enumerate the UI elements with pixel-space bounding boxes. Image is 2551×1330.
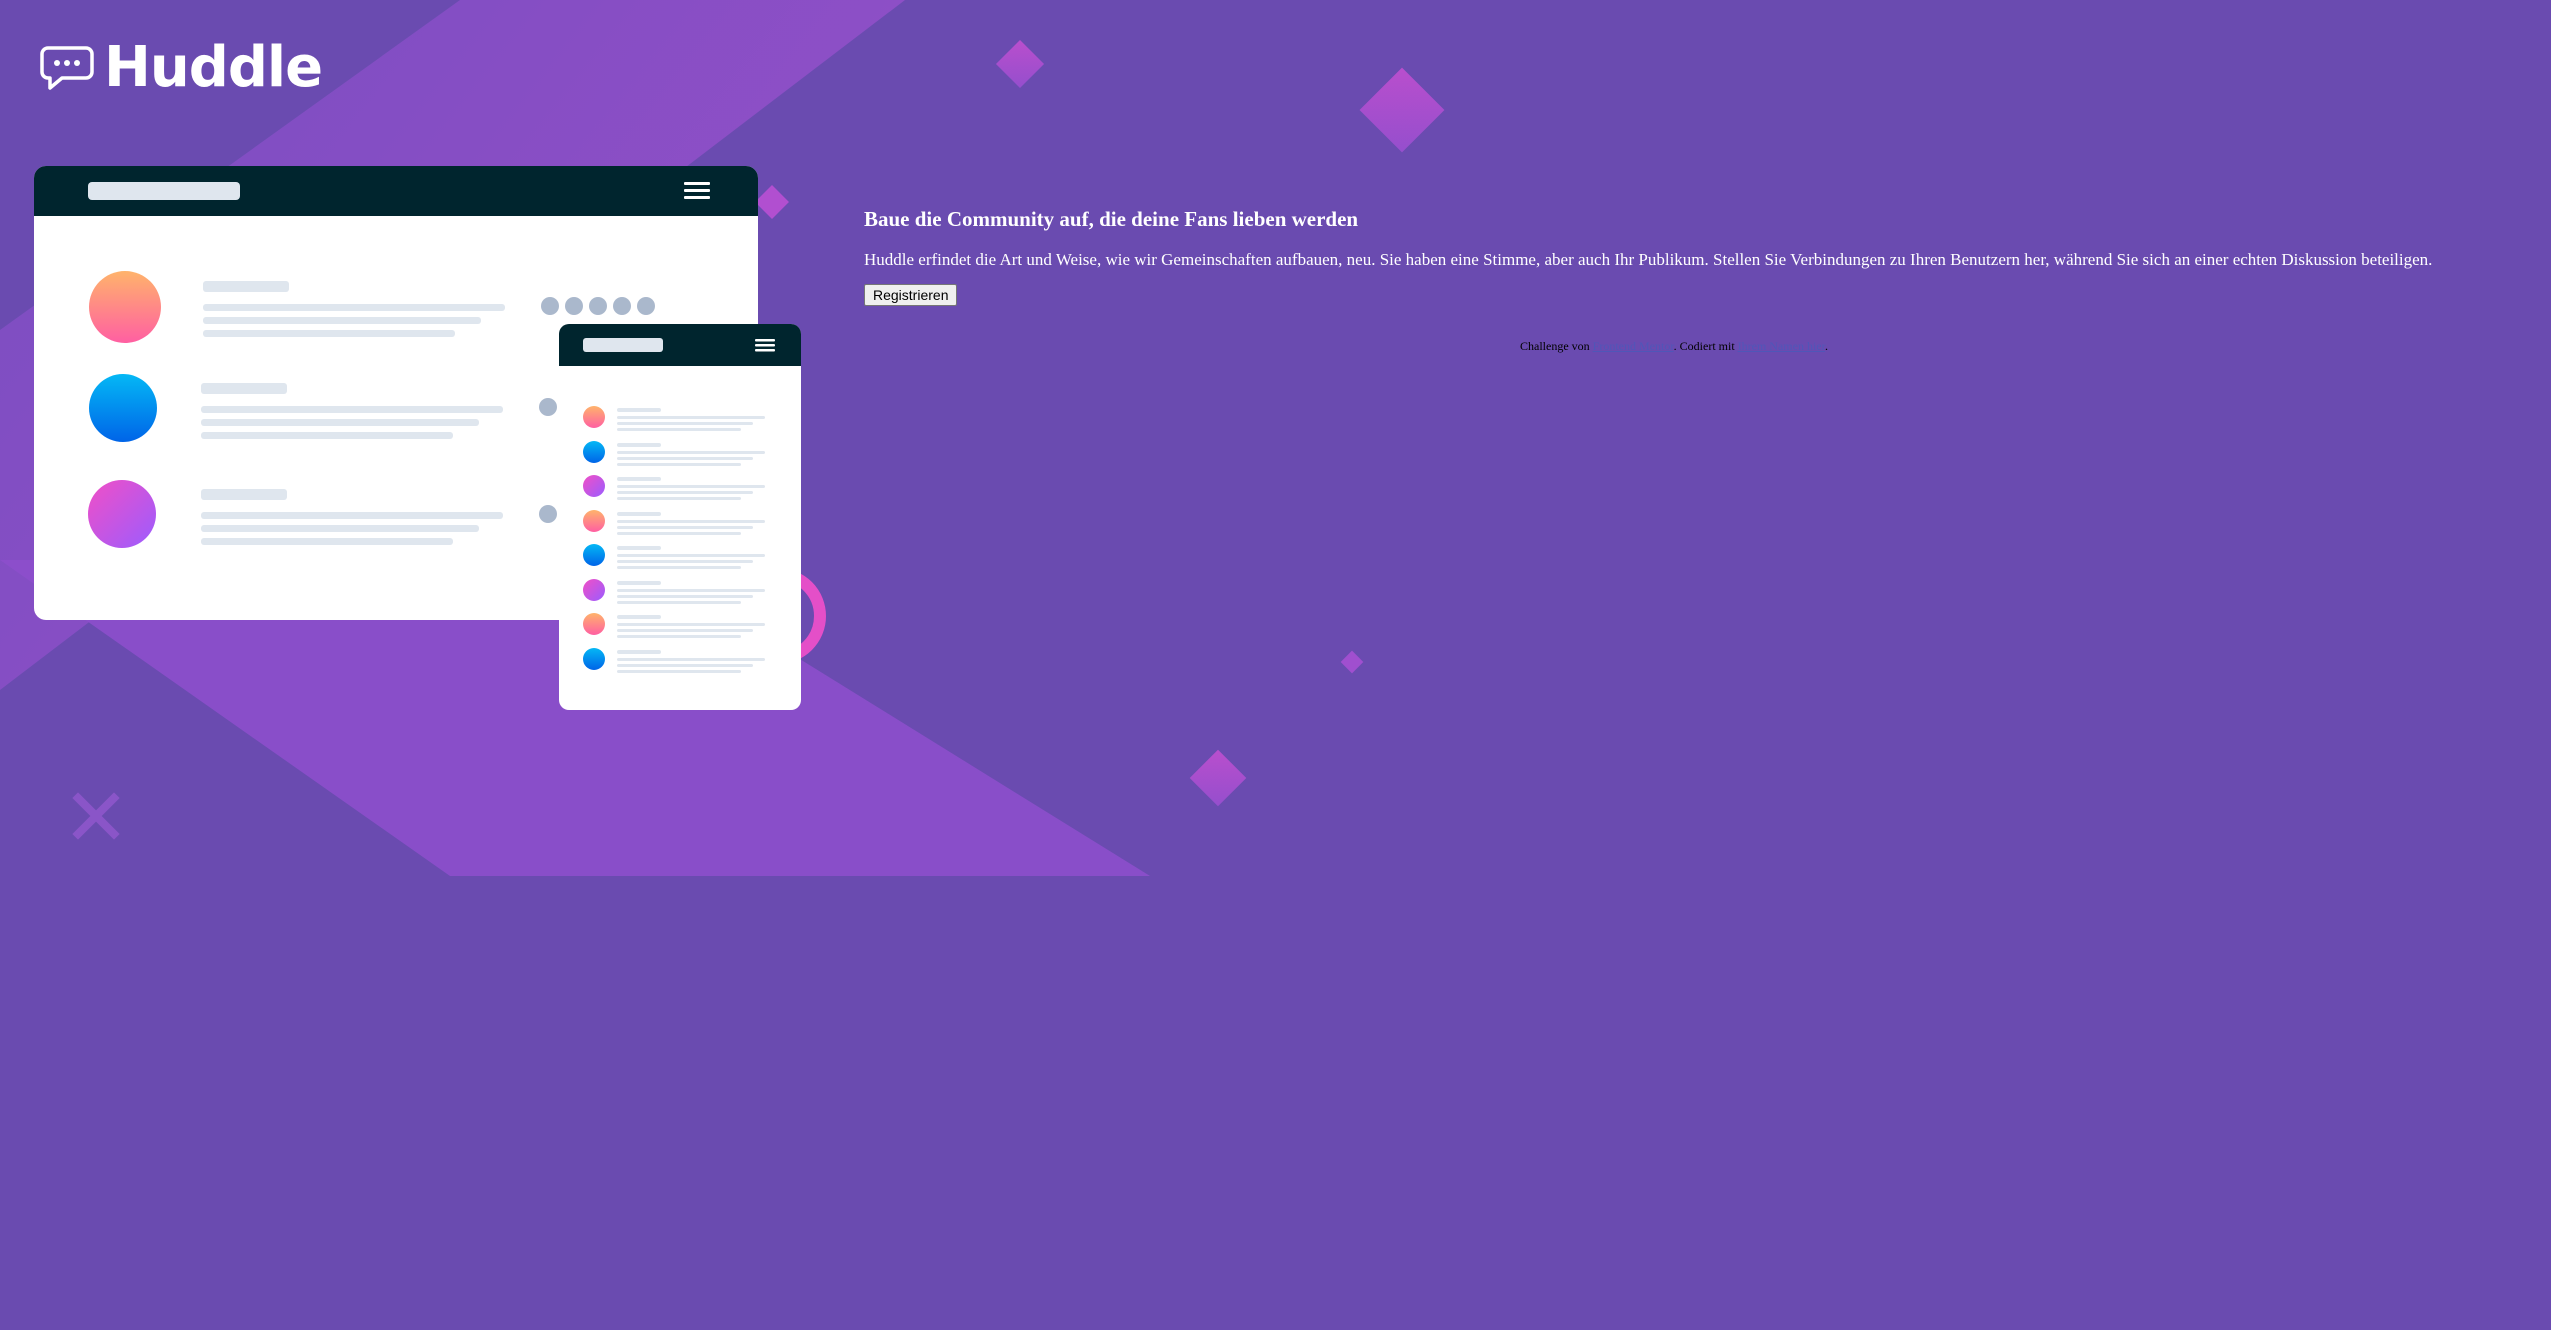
frontend-mentor-link[interactable]: Frontend Mentor xyxy=(1593,339,1674,353)
attribution-challenge-prefix: Challenge von xyxy=(1520,339,1593,353)
attribution-suffix: . xyxy=(1824,339,1828,353)
register-button[interactable]: Registrieren xyxy=(864,284,958,306)
mobile-title-placeholder xyxy=(583,338,663,352)
brand-name: Huddle xyxy=(104,35,323,100)
mockup-illustration xyxy=(34,166,801,710)
attribution: Challenge von Frontend Mentor. Codiert m… xyxy=(1520,339,1828,354)
hero-content: Baue die Community auf, die deine Fans l… xyxy=(864,204,2524,306)
mobile-window xyxy=(559,324,801,710)
speech-bubble-icon xyxy=(40,46,94,90)
attribution-coded-prefix: . Codiert mit xyxy=(1673,339,1738,353)
hero-description: Huddle erfindet die Art und Weise, wie w… xyxy=(864,250,2433,269)
author-link[interactable]: Ihrem Namen hier xyxy=(1738,339,1825,353)
brand-logo[interactable]: Huddle xyxy=(40,35,323,100)
hero-title: Baue die Community auf, die deine Fans l… xyxy=(864,207,1359,231)
hamburger-icon xyxy=(684,182,710,199)
hamburger-icon xyxy=(755,339,775,352)
desktop-title-placeholder xyxy=(88,182,240,200)
